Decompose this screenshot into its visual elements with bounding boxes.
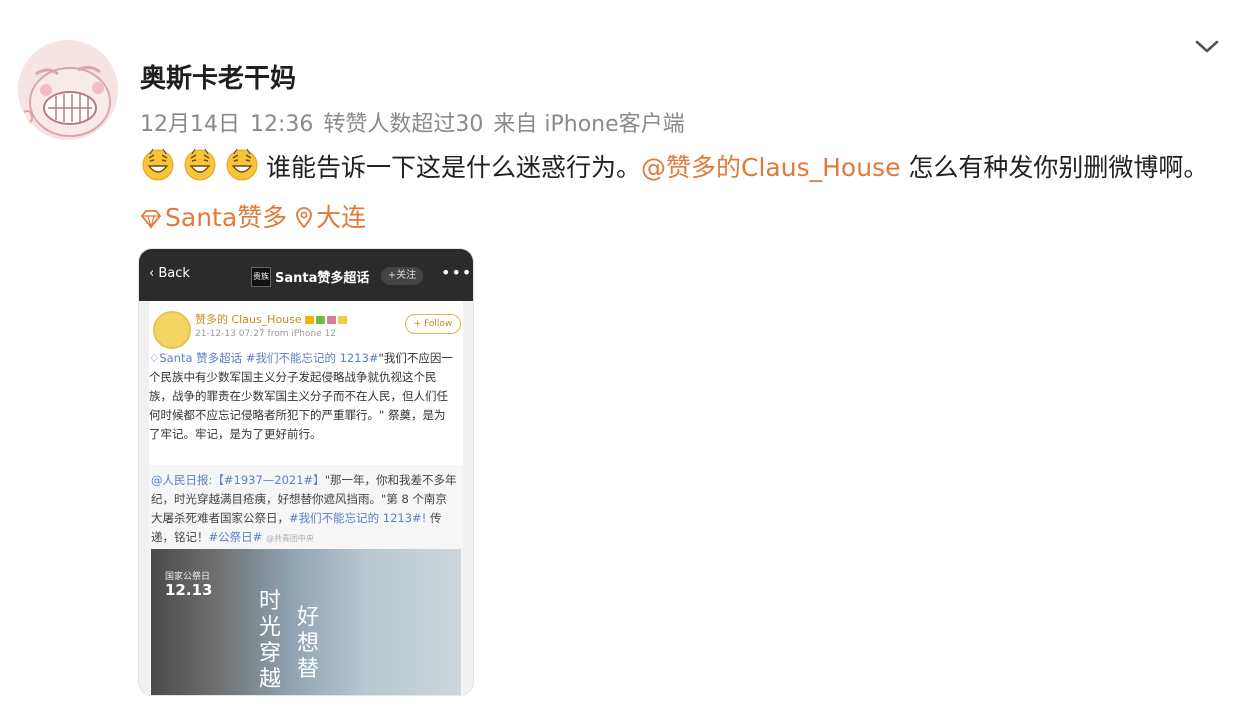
card-avatar [153, 311, 191, 349]
quoted-post: @人民日报:【#1937—2021#】"那一年，你和我差不多年纪，时光穿越满目疮… [149, 465, 463, 695]
post-body-continued: 怎么有种发你别删微博啊。 [900, 153, 1209, 182]
card-follow-button: + Follow [405, 314, 461, 334]
post-body: 谁能告诉一下这是什么迷惑行为。 [266, 153, 642, 182]
location-pin-icon [296, 207, 313, 229]
back-button: ‹ Back [149, 266, 190, 281]
chevron-down-icon[interactable] [1192, 34, 1222, 58]
post-source: 来自 iPhone客户端 [493, 112, 685, 137]
supertopic-follow: +关注 [381, 267, 423, 285]
location-label: 大连 [316, 203, 367, 232]
topic-label: Santa赞多 [165, 203, 288, 232]
topic-link[interactable]: Santa赞多 [140, 203, 287, 232]
card-body: ♢Santa 赞多超话 #我们不能忘记的 1213#"我们不应因一个民族中有少数… [149, 351, 453, 441]
poster-date: 12.13 [165, 581, 213, 599]
supertopic-post-card: 赞多的 Claus_House 21-12-13 07:27 from iPho… [149, 301, 463, 695]
grin-emoji-icon [226, 148, 258, 181]
supertopic-title: Santa赞多超话 [275, 271, 370, 286]
mention-link[interactable]: @赞多的Claus_House [641, 153, 900, 182]
post-time[interactable]: 12:36 [250, 112, 313, 137]
poster-calligraphy-2: 好想替 [297, 605, 320, 682]
repost-count: 转赞人数超过30 [323, 112, 484, 137]
pig-avatar-icon [18, 40, 118, 140]
supertopic-header: ‹ Back 贵族 Santa赞多超话 +关注 ••• [139, 249, 473, 301]
author-name[interactable]: 奥斯卡老干妈 [140, 58, 296, 95]
quoted-text: @人民日报:【#1937—2021#】"那一年，你和我差不多年纪，时光穿越满目疮… [151, 473, 457, 544]
user-badges [304, 313, 349, 326]
post-date[interactable]: 12月14日 [140, 112, 240, 137]
more-icon: ••• [441, 263, 473, 282]
memorial-poster-image: 国家公祭日 12.13 时光穿越 好想替 [151, 549, 461, 695]
poster-calligraphy-1: 时光穿越 [259, 589, 282, 692]
grin-emoji-icon [142, 148, 174, 181]
card-username: 赞多的 Claus_House [195, 311, 349, 327]
post-text: 谁能告诉一下这是什么迷惑行为。@赞多的Claus_House 怎么有种发你别删微… [140, 143, 1225, 243]
card-time: 21-12-13 07:27 from iPhone 12 [195, 329, 337, 339]
grin-emoji-icon [184, 148, 216, 181]
avatar[interactable] [18, 40, 118, 140]
post-meta: 12月14日 12:36 转赞人数超过30 来自 iPhone客户端 [140, 106, 685, 138]
diamond-topic-icon [140, 210, 162, 229]
supertopic-logo: 贵族 [251, 267, 271, 287]
location-link[interactable]: 大连 [295, 203, 366, 232]
post-image[interactable]: ‹ Back 贵族 Santa赞多超话 +关注 ••• 赞多的 Claus_Ho… [138, 248, 474, 696]
